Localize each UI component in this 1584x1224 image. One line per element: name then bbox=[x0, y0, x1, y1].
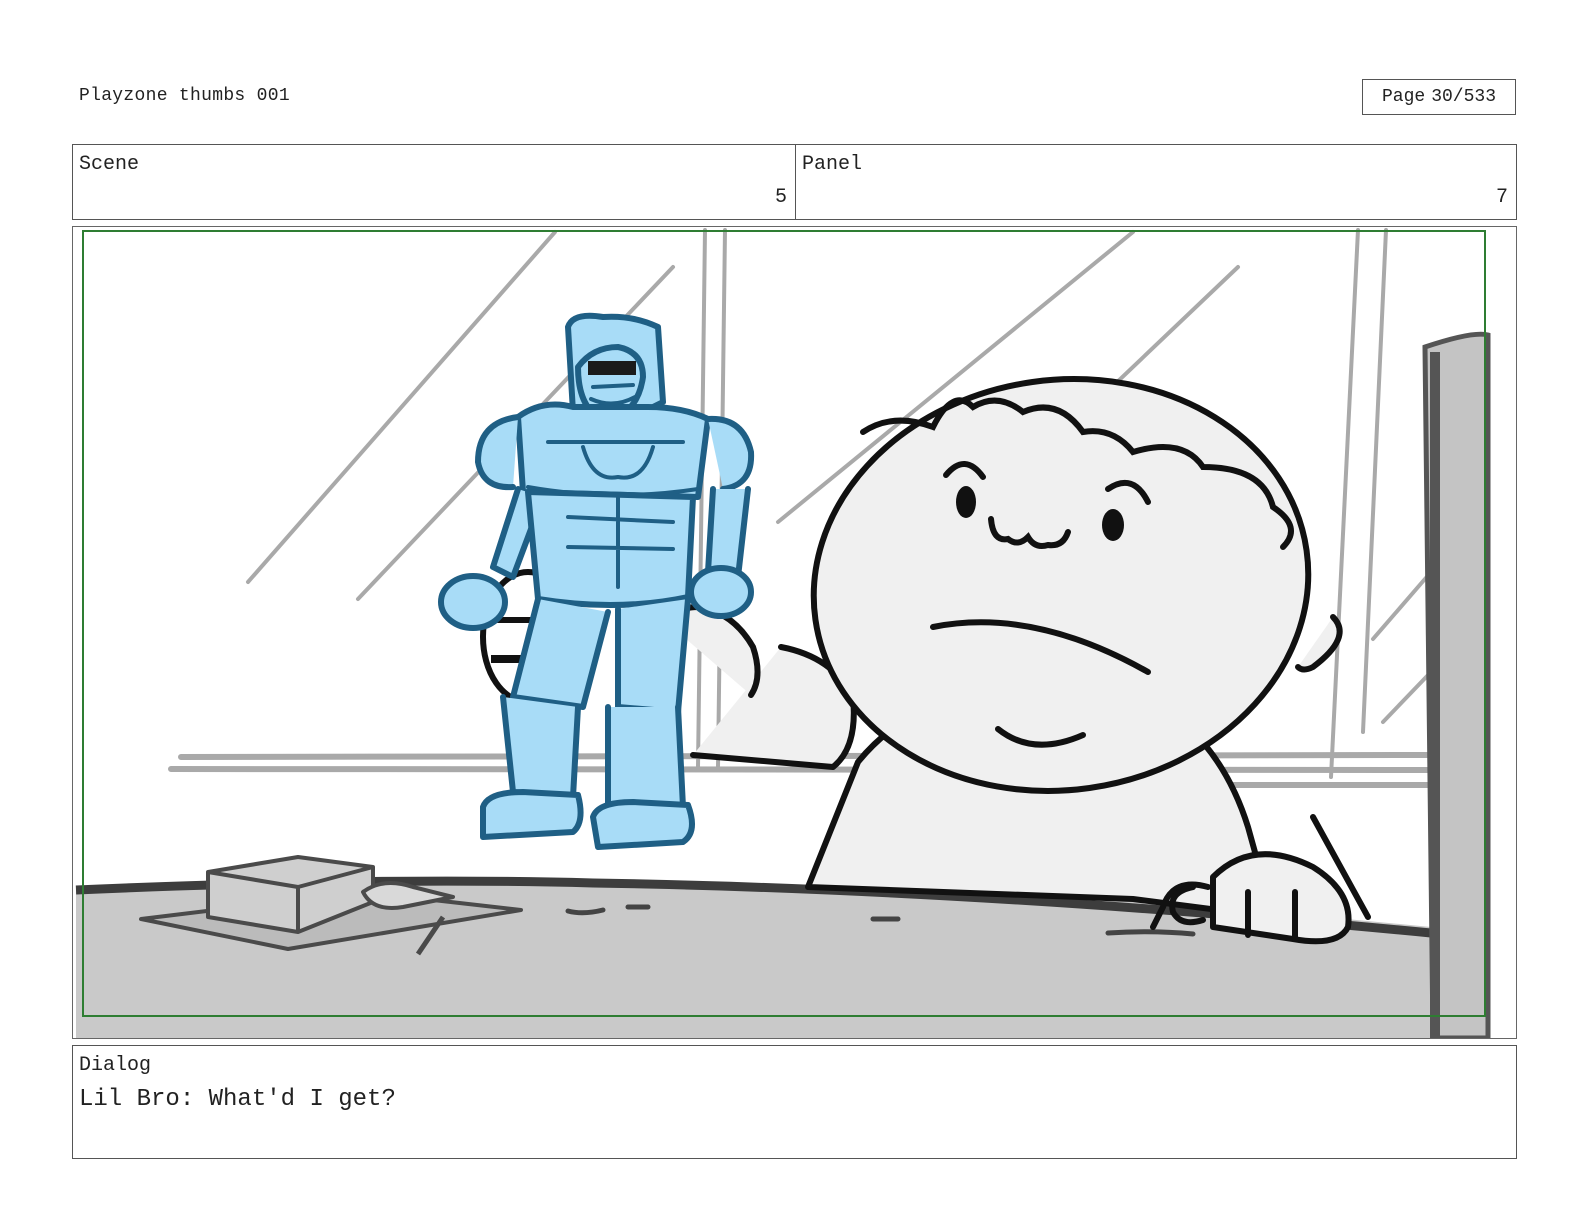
scene-label: Scene bbox=[79, 153, 140, 176]
right-eye bbox=[1102, 509, 1124, 541]
document-title: Playzone thumbs 001 bbox=[79, 86, 290, 106]
panel-cell: Panel 7 bbox=[796, 145, 1516, 219]
dialog-box: Dialog Lil Bro: What'd I get? bbox=[72, 1045, 1517, 1159]
storyboard-frame bbox=[72, 226, 1517, 1039]
page-indicator: Page 30/533 bbox=[1362, 79, 1516, 115]
robot-sunglasses bbox=[588, 361, 636, 375]
page-number: 30/533 bbox=[1431, 87, 1497, 107]
left-eye bbox=[956, 486, 976, 518]
dialog-text: Lil Bro: What'd I get? bbox=[79, 1086, 396, 1113]
panel-label: Panel bbox=[802, 153, 863, 176]
scene-panel-row: Scene 5 Panel 7 bbox=[72, 144, 1517, 220]
scene-number: 5 bbox=[774, 186, 787, 209]
page-label: Page bbox=[1381, 87, 1426, 107]
panel-number: 7 bbox=[1495, 186, 1508, 209]
boy-character bbox=[672, 376, 1371, 945]
scene-cell: Scene 5 bbox=[73, 145, 796, 219]
dialog-label: Dialog bbox=[79, 1054, 152, 1077]
storyboard-drawing bbox=[75, 228, 1491, 1038]
